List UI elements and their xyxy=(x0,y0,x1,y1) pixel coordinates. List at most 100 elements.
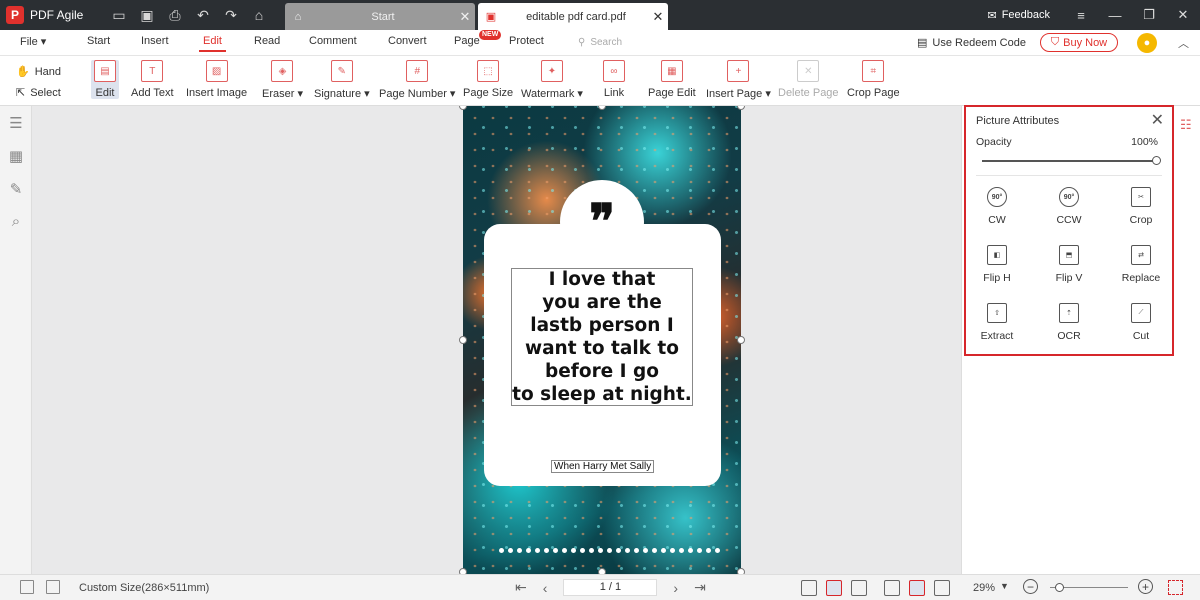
eraser-tool[interactable]: ◈ Eraser ▾ xyxy=(262,60,303,100)
menu-comment[interactable]: Comment xyxy=(309,35,357,47)
rotate-ccw-button[interactable]: 90° CCW xyxy=(1039,187,1099,226)
continuous-view-icon[interactable] xyxy=(884,580,900,596)
replace-button[interactable]: ⇄ Replace xyxy=(1111,245,1171,284)
close-tab-icon[interactable]: ✕ xyxy=(455,9,475,25)
menu-icon[interactable]: ≡ xyxy=(1064,0,1098,30)
outline-icon[interactable]: ☰ xyxy=(0,106,32,139)
rotate-cw-button[interactable]: 90° CW xyxy=(967,187,1027,226)
feedback-button[interactable]: ✉ Feedback xyxy=(987,9,1050,22)
extract-button[interactable]: ⇧ Extract xyxy=(967,303,1027,342)
menu-file[interactable]: File ▾ xyxy=(20,35,46,48)
signature-tool[interactable]: ✎ Signature ▾ xyxy=(314,60,370,100)
page-setup-icon[interactable] xyxy=(20,580,34,594)
settings-sliders-icon[interactable]: ☷ xyxy=(1180,117,1192,133)
two-page-view-icon[interactable] xyxy=(909,580,925,596)
delete-page-tool[interactable]: ✕ Delete Page xyxy=(778,60,839,99)
save-icon[interactable]: ▣ xyxy=(136,4,158,26)
single-page-view-icon[interactable] xyxy=(801,580,817,596)
zoom-slider[interactable] xyxy=(1050,583,1128,592)
pdf-page-image[interactable]: I love that you are the lastb person I w… xyxy=(463,106,741,574)
cursor-icon: ⇱ xyxy=(16,87,26,99)
quote-text[interactable]: I love that you are the lastb person I w… xyxy=(511,268,693,406)
resize-handle[interactable] xyxy=(459,336,467,344)
page-number-icon: # xyxy=(406,60,429,82)
next-page-icon[interactable]: › xyxy=(673,580,678,596)
home-icon[interactable]: ⌂ xyxy=(248,4,270,26)
eraser-icon: ◈ xyxy=(271,60,294,82)
tab-start[interactable]: ⌂ Start ✕ xyxy=(285,3,475,30)
fit-page-view-icon[interactable] xyxy=(826,580,842,596)
picture-attributes-title: Picture Attributes xyxy=(976,115,1060,127)
menu-page[interactable]: Page xyxy=(454,35,480,47)
actual-size-view-icon[interactable] xyxy=(851,580,867,596)
avatar[interactable]: ● xyxy=(1137,33,1157,53)
flip-h-button[interactable]: ◧ Flip H xyxy=(967,245,1027,284)
redeem-code-button[interactable]: ▤ Use Redeem Code xyxy=(917,36,1026,50)
search-panel-icon[interactable]: ⌕ xyxy=(0,205,32,238)
menu-start[interactable]: Start xyxy=(87,35,110,47)
document-canvas[interactable]: I love that you are the lastb person I w… xyxy=(33,106,961,574)
hand-icon: ✋ xyxy=(16,66,30,78)
page-number-input[interactable]: 1 / 1 xyxy=(563,579,658,596)
first-page-icon[interactable]: ⇤ xyxy=(515,579,527,596)
insert-page-tool[interactable]: + Insert Page ▾ xyxy=(706,60,771,100)
flip-v-button[interactable]: ⬒ Flip V xyxy=(1039,245,1099,284)
edit-tool[interactable]: ▤ Edit xyxy=(91,60,119,99)
menu-insert[interactable]: Insert xyxy=(141,35,169,47)
edit-tool-label: Edit xyxy=(95,87,115,99)
extract-label: Extract xyxy=(980,330,1014,342)
hand-select-group: ✋ Hand ⇱ Select xyxy=(16,61,61,103)
opacity-slider-knob[interactable] xyxy=(1152,156,1161,165)
signature-label-text: Signature xyxy=(314,88,362,100)
zoom-out-icon[interactable]: − xyxy=(1023,579,1038,594)
reading-mode-icon[interactable] xyxy=(934,580,950,596)
close-tab-icon[interactable]: ✕ xyxy=(648,9,668,25)
menu-protect[interactable]: Protect xyxy=(509,35,544,47)
app-logo: P xyxy=(0,0,30,30)
tab-document[interactable]: ▣ editable pdf card.pdf ✕ xyxy=(478,3,668,30)
thumbnails-icon[interactable]: ▦ xyxy=(0,139,32,172)
resize-handle[interactable] xyxy=(737,336,745,344)
close-window-icon[interactable]: ✕ xyxy=(1166,0,1200,30)
opacity-slider[interactable] xyxy=(982,156,1161,165)
page-size-tool[interactable]: ⬚ Page Size xyxy=(463,60,513,99)
buy-now-button[interactable]: ⛉ Buy Now xyxy=(1040,33,1118,52)
restore-icon[interactable]: ❐ xyxy=(1132,0,1166,30)
minimize-icon[interactable]: — xyxy=(1098,0,1132,30)
menu-read[interactable]: Read xyxy=(254,35,280,47)
fit-window-icon[interactable] xyxy=(1168,580,1183,595)
close-icon[interactable]: ✕ xyxy=(1151,110,1164,130)
crop-page-tool[interactable]: ⌗ Crop Page xyxy=(847,60,900,99)
page-number-tool[interactable]: # Page Number ▾ xyxy=(379,60,455,100)
select-tool[interactable]: ⇱ Select xyxy=(16,82,61,103)
page-edit-tool[interactable]: ▦ Page Edit xyxy=(648,60,696,99)
insert-image-tool[interactable]: ▨ Insert Image xyxy=(186,60,247,99)
last-page-icon[interactable]: ⇥ xyxy=(694,579,706,596)
link-tool[interactable]: ∞ Link xyxy=(603,60,625,99)
crop-button[interactable]: ✂ Crop xyxy=(1111,187,1171,226)
hand-tool[interactable]: ✋ Hand xyxy=(16,61,61,82)
menu-convert[interactable]: Convert xyxy=(388,35,427,47)
flip-h-label: Flip H xyxy=(983,272,1011,284)
previous-page-icon[interactable]: ‹ xyxy=(543,580,548,596)
text-icon: T xyxy=(141,60,164,82)
cut-button[interactable]: ⟋ Cut xyxy=(1111,303,1171,342)
add-text-tool[interactable]: T Add Text xyxy=(131,60,174,99)
collapse-ribbon-icon[interactable]: ︿ xyxy=(1178,35,1189,51)
undo-icon[interactable]: ↶ xyxy=(192,4,214,26)
ocr-button[interactable]: ⇡ OCR xyxy=(1039,303,1099,342)
print-icon[interactable]: ⎙ xyxy=(164,4,186,26)
redo-icon[interactable]: ↷ xyxy=(220,4,242,26)
resize-handle[interactable] xyxy=(737,106,745,110)
zoom-level[interactable]: 29% xyxy=(973,582,995,594)
zoom-slider-knob[interactable] xyxy=(1055,583,1064,592)
document-properties-icon[interactable] xyxy=(46,580,60,594)
annotations-icon[interactable]: ✎ xyxy=(0,172,32,205)
zoom-dropdown-icon[interactable]: ▼ xyxy=(1000,581,1009,591)
search-box[interactable]: ⚲ Search xyxy=(578,37,622,48)
open-folder-icon[interactable]: ▭ xyxy=(108,4,130,26)
menu-edit[interactable]: Edit xyxy=(199,35,226,52)
watermark-tool[interactable]: ✦ Watermark ▾ xyxy=(521,60,583,100)
zoom-in-icon[interactable]: + xyxy=(1138,579,1153,594)
quote-author[interactable]: When Harry Met Sally xyxy=(551,460,655,473)
